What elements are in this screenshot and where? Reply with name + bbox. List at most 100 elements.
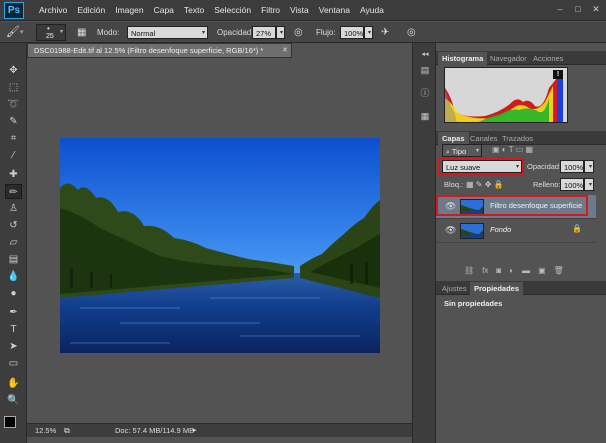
histogram-graph: ! <box>444 67 568 123</box>
airbrush-icon[interactable]: ✈ <box>381 25 389 40</box>
flow-field[interactable]: 100% <box>340 26 364 39</box>
menu-item[interactable]: Filtro <box>256 0 285 21</box>
document-image[interactable] <box>60 138 380 353</box>
tab-actions[interactable]: Acciones <box>529 52 567 65</box>
close-icon[interactable]: ✕ <box>590 3 602 15</box>
lock-icon: 🔒 <box>572 224 582 233</box>
history-brush-tool-icon[interactable]: ↺ <box>5 218 22 233</box>
menu-item[interactable]: Archivo <box>34 0 72 21</box>
pressure-size-icon[interactable]: ◎ <box>407 25 416 40</box>
collapse-icon[interactable]: ◂◂ <box>417 47 433 62</box>
path-select-tool-icon[interactable]: ➤ <box>5 339 22 354</box>
opacity-dropdown[interactable]: ▾ <box>276 26 285 39</box>
status-bar: 12.5% ⧉ Doc: 57.4 MB/114.9 MB ▸ <box>27 423 412 437</box>
hand-tool-icon[interactable]: ✋ <box>5 376 22 391</box>
fill-label: Relleno: <box>533 180 561 189</box>
zoom-level[interactable]: 12.5% <box>35 424 56 437</box>
document-title: DSC01988-Edit.tif al 12.5% (Filtro desen… <box>34 46 264 55</box>
chevron-down-icon: ▾ <box>367 30 371 36</box>
gradient-tool-icon[interactable]: ▤ <box>5 252 22 267</box>
adjustment-layer-icon[interactable]: ◐ <box>509 266 514 278</box>
maximize-icon[interactable]: □ <box>572 3 584 15</box>
menu-item[interactable]: Ventana <box>314 0 355 21</box>
healing-brush-tool-icon[interactable]: ✚ <box>5 167 22 182</box>
flow-dropdown[interactable]: ▾ <box>364 26 373 39</box>
info-panel-icon[interactable]: ⓘ <box>417 86 433 101</box>
type-tool-icon[interactable]: T <box>5 322 22 337</box>
pressure-opacity-icon[interactable]: ◎ <box>294 25 303 40</box>
menu-item[interactable]: Capa <box>149 0 179 21</box>
pen-tool-icon[interactable]: ✒ <box>5 305 22 320</box>
menu-item[interactable]: Vista <box>285 0 314 21</box>
layer-row[interactable]: 👁 Fondo 🔒 <box>436 219 596 243</box>
minimize-icon[interactable]: – <box>554 3 566 15</box>
mode-select[interactable]: Normal ▾ <box>127 26 208 39</box>
collapsed-panel-strip: ◂◂ ▤ ⓘ ▦ <box>412 43 436 443</box>
opacity-field[interactable]: 27% <box>252 26 276 39</box>
tab-properties[interactable]: Propiedades <box>470 282 524 295</box>
blur-tool-icon[interactable]: 💧 <box>5 269 22 284</box>
new-layer-icon[interactable]: ▣ <box>538 266 546 278</box>
brush-panel-icon[interactable]: ▦ <box>77 25 86 40</box>
history-panel-icon[interactable]: ▤ <box>417 63 433 78</box>
menu-item[interactable]: Selección <box>209 0 256 21</box>
layer-filter-select[interactable]: ⌕ Tipo ▾ <box>442 144 482 157</box>
brush-presets-icon[interactable]: ▦ <box>417 109 433 124</box>
options-bar: 🖌 ▾ • 25 ▾ ▦ Modo: Normal ▾ Opacidad: 27… <box>0 22 606 43</box>
layer-opacity-field[interactable]: 100% <box>560 160 584 173</box>
histogram-tabs: Histograma Navegador Acciones <box>436 51 606 65</box>
eye-icon[interactable]: 👁 <box>445 225 456 235</box>
share-icon[interactable]: ⧉ <box>64 424 70 437</box>
layer-style-icon[interactable]: fx <box>482 266 488 278</box>
menu-item[interactable]: Ayuda <box>355 0 389 21</box>
tool-preset-chevron-icon[interactable]: ▾ <box>20 25 24 40</box>
tab-adjustments[interactable]: Ajustes <box>438 282 471 295</box>
document-tab[interactable]: DSC01988-Edit.tif al 12.5% (Filtro desen… <box>27 43 292 58</box>
brush-tool-icon[interactable]: ✏ <box>5 184 22 199</box>
fill-field[interactable]: 100% <box>560 178 584 191</box>
layer-mask-icon[interactable]: ◙ <box>496 266 501 278</box>
menu-item[interactable]: Texto <box>179 0 209 21</box>
blend-mode-highlight <box>438 157 524 176</box>
zoom-tool-icon[interactable]: 🔍 <box>5 393 22 408</box>
chevron-right-icon[interactable]: ▸ <box>193 424 197 437</box>
brush-tool-icon[interactable]: 🖌 <box>6 25 20 40</box>
close-icon[interactable]: ✕ <box>282 44 288 57</box>
eyedropper-tool-icon[interactable]: ⁄ <box>5 148 22 163</box>
foreground-color-swatch[interactable] <box>4 416 16 428</box>
layer-opacity-dropdown[interactable]: ▾ <box>584 160 594 173</box>
tab-histogram[interactable]: Histograma <box>438 52 488 65</box>
lasso-tool-icon[interactable]: ➰ <box>5 97 22 112</box>
fill-dropdown[interactable]: ▾ <box>584 178 594 191</box>
quick-select-tool-icon[interactable]: ✎ <box>5 114 22 129</box>
group-icon[interactable]: ▬ <box>522 266 530 278</box>
menu-item[interactable]: Edición <box>72 0 110 21</box>
shape-tool-icon[interactable]: ▭ <box>5 356 22 371</box>
layer-filter-icons[interactable]: ▣ ◐ T ▭ ▦ <box>492 144 533 156</box>
layer-thumbnail <box>460 223 484 239</box>
link-layers-icon[interactable]: ⛓ <box>464 266 474 278</box>
layer-name[interactable]: Fondo <box>490 225 511 234</box>
chevron-down-icon: ▾ <box>475 148 479 154</box>
move-tool-icon[interactable]: ✥ <box>5 63 22 78</box>
clone-stamp-tool-icon[interactable]: ♙ <box>5 201 22 216</box>
dodge-tool-icon[interactable]: ● <box>5 286 22 301</box>
selected-layer-highlight <box>436 195 588 216</box>
chevron-down-icon: ▾ <box>59 29 63 35</box>
crop-tool-icon[interactable]: ⌗ <box>5 131 22 146</box>
layer-opacity-label: Opacidad: <box>527 162 562 171</box>
brush-preset-picker[interactable]: • 25 ▾ <box>36 24 66 41</box>
menu-item[interactable]: Imagen <box>110 0 148 21</box>
tab-navigator[interactable]: Navegador <box>486 52 531 65</box>
lock-icons[interactable]: ▦ ✎ ✥ 🔒 <box>466 179 504 191</box>
marquee-tool-icon[interactable]: ⬚ <box>5 80 22 95</box>
delete-icon[interactable]: 🗑 <box>554 266 564 278</box>
photoshop-logo: Ps <box>4 2 24 19</box>
chevron-down-icon: ▾ <box>588 164 592 170</box>
opacity-label: Opacidad: <box>217 28 254 37</box>
cache-warning-icon[interactable]: ! <box>553 70 563 79</box>
eraser-tool-icon[interactable]: ▱ <box>5 235 22 250</box>
mode-value: Normal <box>131 29 156 38</box>
menu-bar: Ps Archivo Edición Imagen Capa Texto Selecció… <box>0 0 606 21</box>
chevron-down-icon: ▾ <box>279 30 283 36</box>
